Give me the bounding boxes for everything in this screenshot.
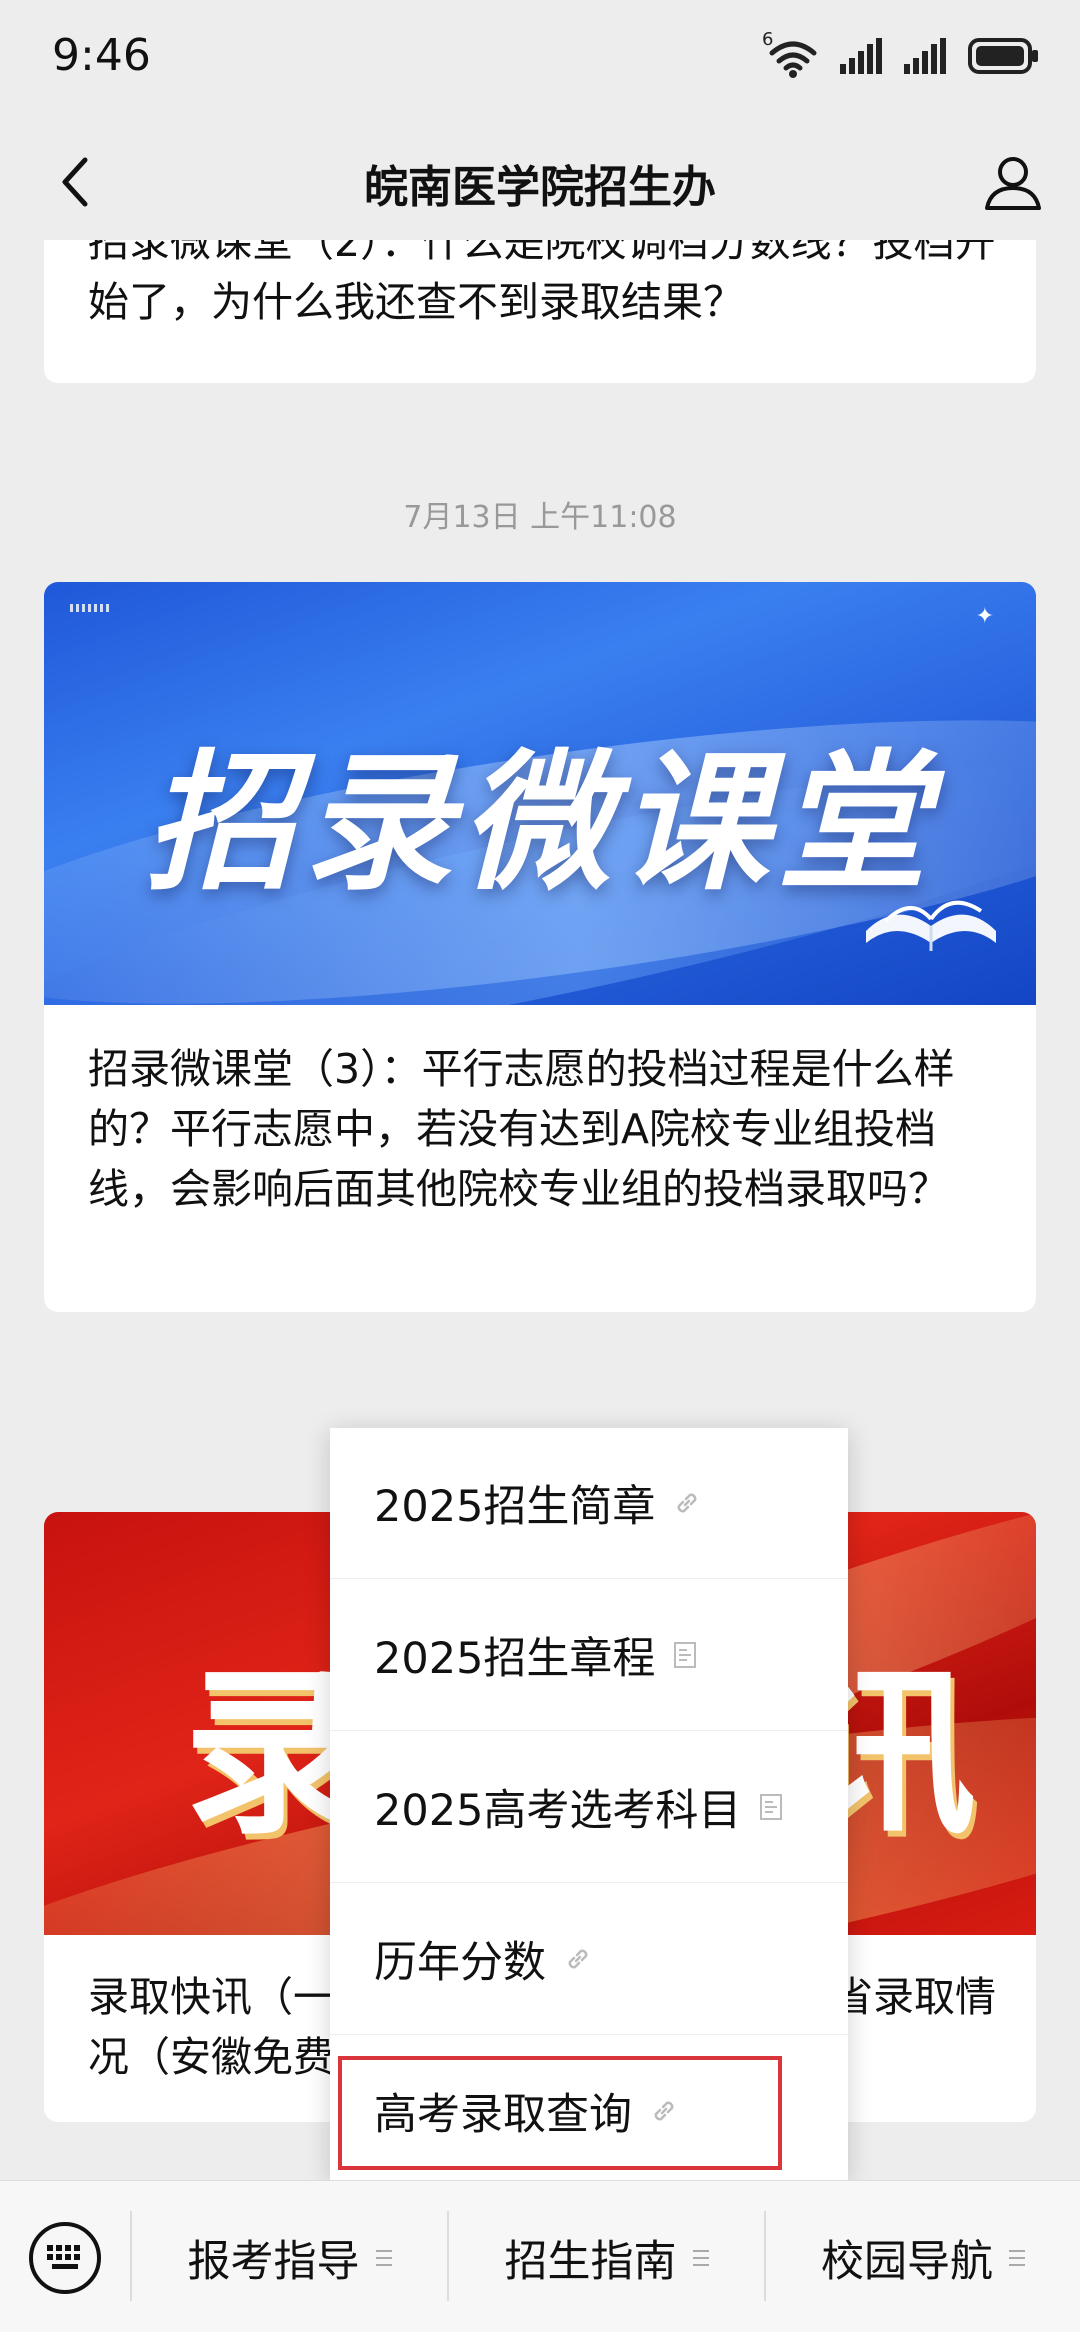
wifi-badge: 6: [762, 29, 774, 50]
menu-item-historical-scores[interactable]: 历年分数: [330, 1884, 848, 2035]
menu-item-subject-selection[interactable]: 2025高考选考科目: [330, 1732, 848, 1883]
bottom-menu-bar: 报考指导 招生指南 校园导航: [0, 2180, 1080, 2332]
keyboard-toggle-button[interactable]: [28, 2221, 102, 2295]
sparkle-icon: ✦: [975, 604, 994, 629]
profile-button[interactable]: [976, 145, 1050, 219]
keyboard-icon: [29, 2222, 101, 2294]
article-card[interactable]: 招录微课堂（2）：什么是院校调档分数线？投档开始了，为什么我还查不到录取结果？: [44, 240, 1036, 383]
article-title: 招录微课堂（3）：平行志愿的投档过程是什么样的？平行志愿中，若没有达到A院校专业…: [88, 1045, 955, 1213]
highlight-box: [338, 2056, 782, 2170]
wifi-icon: 6: [762, 29, 820, 79]
status-time: 9:46: [52, 30, 151, 81]
menu-item-label: 历年分数: [374, 1938, 546, 1988]
link-icon: [673, 1489, 701, 1517]
article-title: 招录微课堂（2）：什么是院校调档分数线？投档开始了，为什么我还查不到录取结果？: [88, 240, 996, 326]
article-title-left: 录取快讯（一: [88, 1973, 334, 2021]
message-timestamp: 7月13日 上午11:08: [403, 500, 677, 535]
signal-icon: [840, 36, 884, 80]
submenu-icon: [692, 2250, 709, 2266]
menu-item-admission-charter[interactable]: 2025招生章程: [330, 1580, 848, 1731]
menu-item-label: 2025高考选考科目: [374, 1786, 742, 1836]
article-card[interactable]: ✦ 招录微课堂 招录微课堂（3）：平行志愿的投档过程是什么样的？平行志愿中，若没…: [44, 582, 1036, 1312]
article-icon: [673, 1641, 697, 1669]
status-bar: 9:46 6: [0, 0, 1080, 125]
user-icon: [985, 157, 1041, 210]
nav-bar: 皖南医学院招生办: [0, 125, 1080, 240]
menu-item-admission-brochure[interactable]: 2025招生简章: [330, 1428, 848, 1579]
menu-button-admission-guide[interactable]: 招生指南: [449, 2221, 764, 2295]
menu-button-campus-navigation[interactable]: 校园导航: [766, 2221, 1080, 2295]
menu-item-label: 2025招生简章: [374, 1482, 656, 1532]
menu-button-label: 招生指南: [504, 2237, 677, 2287]
menu-button-label: 校园导航: [821, 2237, 993, 2287]
status-icons: 6: [762, 29, 1040, 80]
page-title: 皖南医学院招生办: [364, 162, 716, 213]
signal-icon: [904, 36, 948, 80]
submenu-popup: 2025招生简章 2025招生章程 2025高考选考科目 历年分数 高考录取查询: [330, 1428, 848, 2180]
menu-item-label: 2025招生章程: [374, 1634, 656, 1684]
decorative-dots: [70, 604, 112, 612]
submenu-icon: [1009, 2250, 1025, 2266]
link-icon: [564, 1945, 592, 1973]
book-icon: [856, 881, 1006, 965]
menu-button-label: 报考指导: [187, 2237, 360, 2287]
article-title-right: 省录取情: [832, 1973, 996, 2021]
submenu-icon: [375, 2250, 392, 2266]
battery-icon: [968, 37, 1040, 79]
article-icon: [759, 1793, 783, 1821]
article-cover-image: ✦ 招录微课堂: [44, 582, 1036, 1005]
menu-button-application-guide[interactable]: 报考指导: [132, 2221, 447, 2295]
